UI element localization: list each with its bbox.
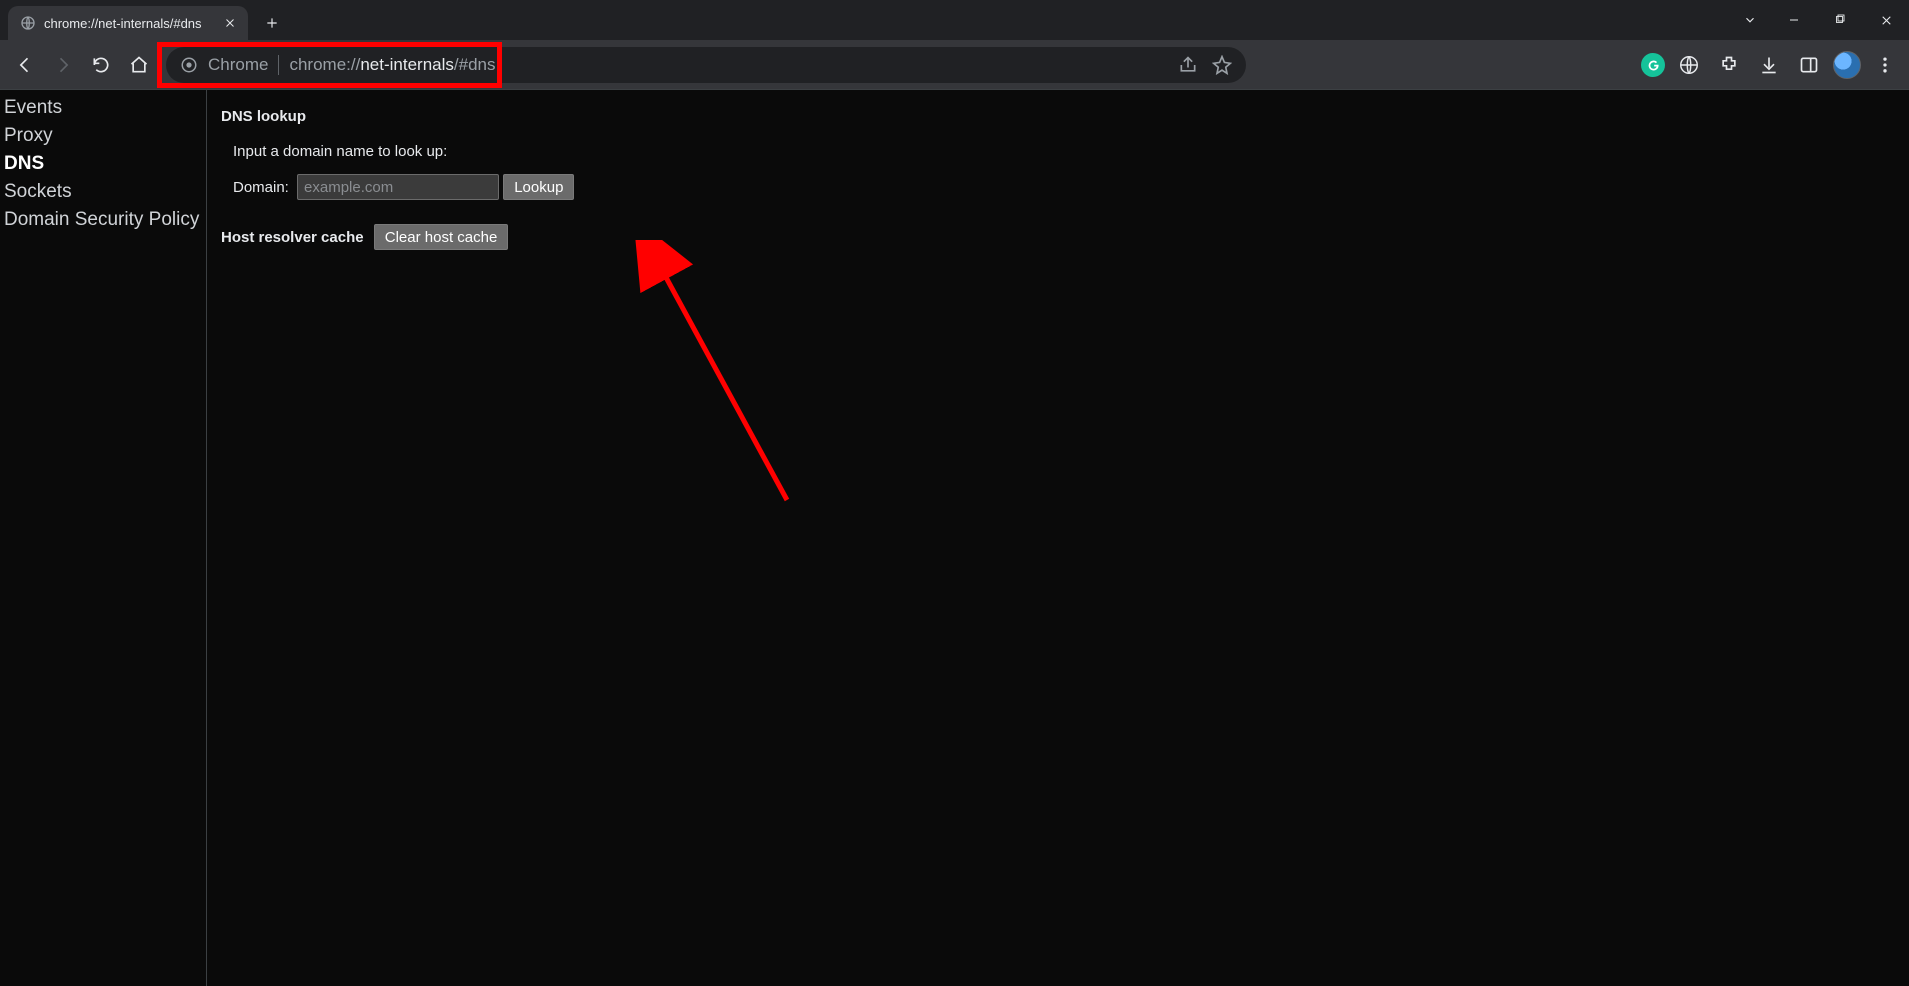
extension-globe-icon[interactable]: [1673, 49, 1705, 81]
chrome-icon: [180, 56, 198, 74]
browser-tab[interactable]: chrome://net-internals/#dns: [8, 6, 248, 40]
extensions-button[interactable]: [1713, 49, 1745, 81]
sidebar: Events Proxy DNS Sockets Domain Security…: [0, 90, 207, 986]
lookup-button[interactable]: Lookup: [503, 174, 574, 200]
sidebar-item-sockets[interactable]: Sockets: [0, 178, 206, 206]
minimize-button[interactable]: [1771, 0, 1817, 40]
new-tab-button[interactable]: [258, 9, 286, 37]
dns-lookup-heading: DNS lookup: [221, 108, 1895, 125]
clear-host-cache-button[interactable]: Clear host cache: [374, 224, 509, 250]
browser-titlebar: chrome://net-internals/#dns: [0, 0, 1909, 40]
sidebar-item-events[interactable]: Events: [0, 94, 206, 122]
maximize-button[interactable]: [1817, 0, 1863, 40]
tab-search-button[interactable]: [1733, 0, 1767, 40]
profile-avatar[interactable]: [1833, 51, 1861, 79]
menu-button[interactable]: [1869, 49, 1901, 81]
forward-button[interactable]: [46, 48, 80, 82]
close-window-button[interactable]: [1863, 0, 1909, 40]
tab-title: chrome://net-internals/#dns: [44, 16, 214, 31]
browser-toolbar: Chrome chrome://net-internals/#dns: [0, 40, 1909, 90]
address-bar[interactable]: Chrome chrome://net-internals/#dns: [166, 47, 1246, 83]
extension-grammarly-icon[interactable]: [1641, 53, 1665, 77]
sidebar-item-dns[interactable]: DNS: [0, 150, 206, 178]
page: Events Proxy DNS Sockets Domain Security…: [0, 90, 1909, 986]
toolbar-right: [1641, 49, 1901, 81]
back-button[interactable]: [8, 48, 42, 82]
globe-icon: [20, 15, 36, 31]
content: DNS lookup Input a domain name to look u…: [207, 90, 1909, 986]
dns-prompt: Input a domain name to look up:: [233, 143, 1895, 160]
sidebar-item-domain-security-policy[interactable]: Domain Security Policy: [0, 206, 206, 234]
side-panel-button[interactable]: [1793, 49, 1825, 81]
sidebar-item-proxy[interactable]: Proxy: [0, 122, 206, 150]
domain-input[interactable]: [297, 174, 499, 200]
close-icon[interactable]: [222, 15, 238, 31]
share-icon[interactable]: [1178, 55, 1198, 75]
bookmark-icon[interactable]: [1212, 55, 1232, 75]
annotation-arrow: [417, 240, 837, 520]
downloads-button[interactable]: [1753, 49, 1785, 81]
host-resolver-cache-label: Host resolver cache: [221, 229, 364, 246]
reload-button[interactable]: [84, 48, 118, 82]
home-button[interactable]: [122, 48, 156, 82]
window-controls: [1733, 0, 1909, 40]
url-chip: Chrome: [208, 55, 279, 75]
url-text: chrome://net-internals/#dns: [289, 55, 495, 75]
domain-label: Domain:: [233, 179, 289, 196]
